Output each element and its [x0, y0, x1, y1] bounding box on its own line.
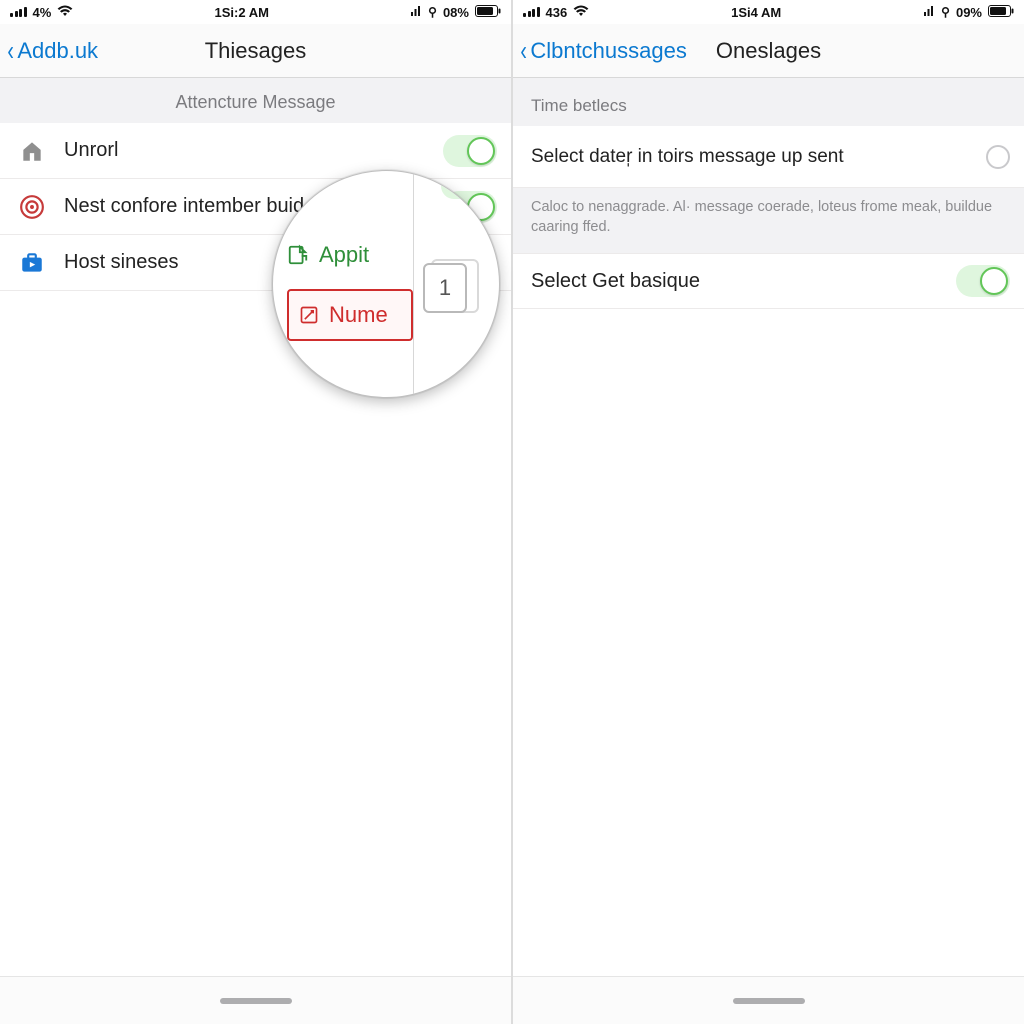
briefcase-icon — [18, 249, 46, 277]
signal-icon — [10, 7, 27, 17]
wifi-icon — [573, 5, 589, 20]
row-select-get[interactable]: Select Get basique — [513, 253, 1024, 309]
cell-icon — [410, 5, 422, 20]
battery-icon — [475, 5, 501, 20]
phone-left: 4% 1Si:2 AM ⚲ 08% ‹ Addb.uk — [0, 0, 511, 1024]
cell-icon — [923, 5, 935, 20]
back-button[interactable]: ‹ Clbntchussages — [519, 24, 687, 77]
nav-bar: ‹ Addb.uk Thiesages — [0, 24, 511, 78]
nav-bar: ‹ Clbntchussages Oneslages — [513, 24, 1024, 78]
phone-right: 436 1Si4 AM ⚲ 09% ‹ Clbntchussages — [513, 0, 1024, 1024]
chevron-left-icon: ‹ — [520, 37, 527, 65]
back-button[interactable]: ‹ Addb.uk — [6, 24, 98, 77]
magnifier-loupe: Appit Nume 1 — [272, 170, 500, 398]
signal-pct: 436 — [546, 5, 568, 20]
loupe-card-number: 1 — [439, 275, 451, 301]
status-time: 1Si4 AM — [731, 5, 781, 20]
home-indicator[interactable] — [0, 976, 511, 1024]
content: Time betlecs Select dater̩ in toirs mess… — [513, 78, 1024, 976]
bt-icon: ⚲ — [941, 5, 950, 19]
status-bar: 436 1Si4 AM ⚲ 09% — [513, 0, 1024, 24]
loupe-label: Appit — [319, 242, 369, 268]
loupe-toggle — [441, 173, 483, 199]
row-label: Select Get basique — [531, 270, 956, 293]
toggle[interactable] — [443, 135, 497, 167]
battery-icon — [988, 5, 1014, 20]
loupe-item-nume[interactable]: Nume — [287, 289, 413, 341]
row-label: Select dater̩ in toirs message up sent — [531, 146, 986, 168]
toggle[interactable] — [956, 265, 1010, 297]
loupe-card-stack[interactable]: 1 — [423, 263, 485, 319]
signal-pct: 4% — [33, 5, 52, 20]
section-footer: Caloc to nenaggrade. Al· message coerade… — [513, 188, 1024, 253]
row-label: Unrorl — [64, 139, 443, 162]
chevron-left-icon: ‹ — [7, 37, 14, 65]
back-label: Addb.uk — [17, 38, 98, 64]
row-select-dater[interactable]: Select dater̩ in toirs message up sent — [513, 126, 1024, 188]
signal-icon — [523, 7, 540, 17]
bt-icon: ⚲ — [428, 5, 437, 19]
battery-pct: 08% — [443, 5, 469, 20]
loupe-label: Nume — [329, 302, 388, 328]
battery-pct: 09% — [956, 5, 982, 20]
status-bar: 4% 1Si:2 AM ⚲ 08% — [0, 0, 511, 24]
radio-indicator[interactable] — [986, 145, 1010, 169]
home-indicator[interactable] — [513, 976, 1024, 1024]
home-icon — [18, 137, 46, 165]
target-icon — [18, 193, 46, 221]
wifi-icon — [57, 5, 73, 20]
loupe-item-appit[interactable]: Appit — [287, 229, 411, 281]
status-time: 1Si:2 AM — [215, 5, 269, 20]
back-label: Clbntchussages — [530, 38, 687, 64]
section-header: Attencture Message — [0, 78, 511, 123]
section-header: Time betlecs — [513, 78, 1024, 126]
